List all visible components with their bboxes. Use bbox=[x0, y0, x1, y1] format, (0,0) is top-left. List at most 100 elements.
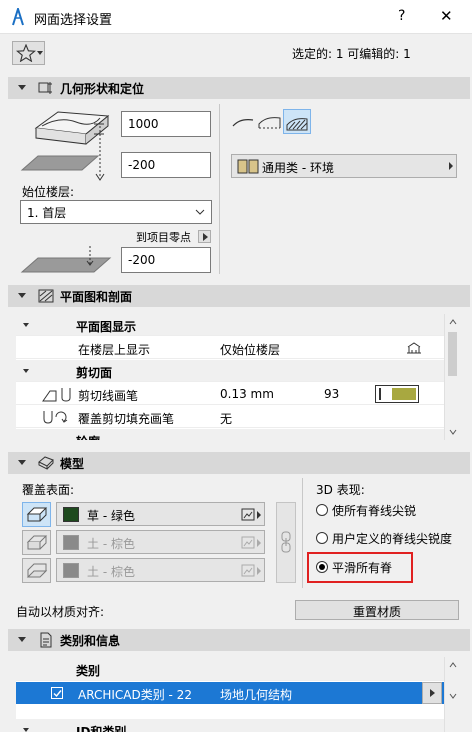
section-plan-title: 平面图和剖面 bbox=[60, 290, 133, 304]
material-picker-icon bbox=[241, 536, 255, 549]
group-label: 剪切面 bbox=[76, 366, 113, 380]
material-swatch bbox=[63, 507, 79, 522]
group-label: ID和类别 bbox=[76, 725, 127, 732]
surface-material-select[interactable]: 土 - 棕色 bbox=[56, 558, 265, 582]
section-geometry-title: 几何形状和定位 bbox=[60, 82, 145, 96]
material-picker-icon bbox=[241, 564, 255, 577]
scrollbar-thumb[interactable] bbox=[448, 332, 457, 376]
ridge-flat-icon[interactable] bbox=[232, 114, 254, 130]
offset-plane-icon bbox=[20, 246, 112, 273]
material-swatch bbox=[63, 535, 79, 550]
ridge-solid-icon bbox=[286, 118, 308, 131]
radio-label: 用户定义的脊线尖锐度 bbox=[332, 532, 453, 546]
collapse-arrow-icon bbox=[18, 460, 26, 465]
classification-list: 类别 ARCHICAD类别 - 22 场地几何结构 ID和类别 bbox=[16, 657, 444, 732]
item-label: 在楼层上显示 bbox=[78, 343, 151, 357]
collapse-arrow-icon bbox=[23, 728, 29, 732]
chevron-down-icon bbox=[37, 51, 43, 55]
section-geometry-header[interactable]: 几何形状和定位 bbox=[8, 77, 470, 99]
divider bbox=[302, 478, 303, 588]
side-surface-button[interactable] bbox=[22, 530, 51, 555]
ridge-solid-button[interactable] bbox=[283, 109, 311, 134]
chain-link-icon bbox=[281, 531, 291, 553]
list-group-row[interactable]: 剪切面 bbox=[16, 360, 444, 382]
reset-material-button[interactable]: 重置材质 bbox=[295, 600, 459, 620]
list-group-row[interactable]: 类别 bbox=[16, 657, 444, 681]
collapse-arrow-icon bbox=[23, 369, 29, 373]
chevron-right-icon bbox=[257, 511, 261, 519]
pen-number: 93 bbox=[324, 387, 340, 401]
group-label: 平面图显示 bbox=[76, 320, 137, 334]
radio-sharp-ridges[interactable]: 使所有脊线尖锐 bbox=[316, 502, 456, 518]
radio-label: 使所有脊线尖锐 bbox=[332, 504, 417, 518]
item-value: 0.13 mm bbox=[220, 387, 274, 401]
pen-color-swatch[interactable] bbox=[375, 385, 419, 403]
chevron-down-icon bbox=[195, 209, 205, 215]
align-material-label: 自动以材质对齐: bbox=[16, 605, 105, 619]
story-display-icon bbox=[407, 342, 421, 354]
item-value: 无 bbox=[220, 412, 233, 426]
home-story-select[interactable]: 1. 首层 bbox=[20, 200, 212, 224]
chevron-right-icon bbox=[449, 162, 453, 170]
classification-row-selected[interactable]: ARCHICAD类别 - 22 场地几何结构 bbox=[16, 682, 444, 704]
bottom-surface-icon bbox=[26, 563, 48, 578]
section-plan-header[interactable]: 平面图和剖面 bbox=[8, 285, 470, 307]
ridge-skirt-icon[interactable] bbox=[258, 112, 282, 130]
to-project-zero-label: 到项目零点 bbox=[136, 231, 191, 244]
chevron-right-icon bbox=[257, 567, 261, 575]
offset-input[interactable]: -200 bbox=[121, 247, 211, 273]
top-surface-button[interactable] bbox=[22, 502, 51, 527]
building-material-select[interactable]: 通用类 - 环境 bbox=[231, 154, 457, 178]
bottom-elevation-input[interactable]: -200 bbox=[121, 152, 211, 178]
radio-circle-icon bbox=[316, 532, 328, 544]
play-arrow-icon bbox=[203, 233, 208, 241]
list-group-row[interactable]: ID和类别 bbox=[16, 719, 444, 732]
chevron-right-icon bbox=[257, 539, 261, 547]
list-item[interactable]: 在楼层上显示 仅始位楼层 bbox=[16, 337, 444, 359]
chevron-right-icon bbox=[430, 689, 435, 697]
section-model-header[interactable]: 模型 bbox=[8, 452, 470, 474]
collapse-arrow-icon bbox=[18, 293, 26, 298]
top-surface-icon bbox=[26, 507, 48, 522]
cut-line-pen-icon bbox=[42, 388, 71, 402]
list-item[interactable]: 剪切线画笔 0.13 mm 93 bbox=[16, 383, 444, 405]
favorites-button[interactable] bbox=[12, 41, 45, 65]
bottom-level-plane-icon bbox=[20, 155, 100, 171]
home-story-label: 始位楼层: bbox=[22, 185, 75, 199]
3d-representation-label: 3D 表现: bbox=[316, 483, 365, 497]
bottom-surface-button[interactable] bbox=[22, 558, 51, 583]
surface-material-select[interactable]: 土 - 棕色 bbox=[56, 530, 265, 554]
checkbox-checked-icon[interactable] bbox=[51, 687, 63, 699]
radio-user-defined-ridges[interactable]: 用户定义的脊线尖锐度 bbox=[316, 530, 466, 546]
link-surfaces-button[interactable] bbox=[276, 502, 296, 583]
list-group-row[interactable]: 轮廓 bbox=[16, 429, 444, 440]
classification-name: ARCHICAD类别 - 22 bbox=[78, 688, 192, 702]
list-item[interactable]: 覆盖剪切填充画笔 无 bbox=[16, 406, 444, 428]
collapse-arrow-icon bbox=[23, 323, 29, 327]
group-label: 轮廓 bbox=[76, 433, 100, 440]
item-label: 剪切线画笔 bbox=[78, 389, 139, 403]
surface-material-select[interactable]: 草 - 绿色 bbox=[56, 502, 265, 526]
title-bar: 网面选择设置 ? ✕ bbox=[0, 0, 472, 34]
scroll-up-icon bbox=[449, 319, 457, 325]
to-project-zero-button[interactable] bbox=[198, 230, 211, 243]
item-label: 覆盖剪切填充画笔 bbox=[78, 412, 175, 426]
top-elevation-input[interactable]: 1000 bbox=[121, 111, 211, 137]
window-title: 网面选择设置 bbox=[34, 13, 113, 28]
home-story-value: 1. 首层 bbox=[27, 206, 67, 220]
divider bbox=[219, 104, 220, 274]
classification-scrollbar[interactable] bbox=[444, 657, 460, 732]
list-group-row[interactable]: 平面图显示 bbox=[16, 314, 444, 336]
scroll-down-icon bbox=[449, 693, 457, 699]
radio-label: 平滑所有脊 bbox=[332, 561, 393, 575]
help-button[interactable]: ? bbox=[398, 8, 405, 24]
radio-circle-icon bbox=[316, 504, 328, 516]
section-classification-header[interactable]: 类别和信息 bbox=[8, 629, 470, 651]
section-classification-title: 类别和信息 bbox=[60, 634, 121, 648]
close-button[interactable]: ✕ bbox=[440, 7, 453, 25]
plan-list-scrollbar[interactable] bbox=[444, 314, 460, 440]
model-icon bbox=[38, 456, 54, 470]
classification-picker-button[interactable] bbox=[422, 682, 442, 704]
override-fill-pen-icon bbox=[43, 411, 68, 424]
radio-smooth-ridges[interactable]: 平滑所有脊 bbox=[316, 559, 406, 575]
